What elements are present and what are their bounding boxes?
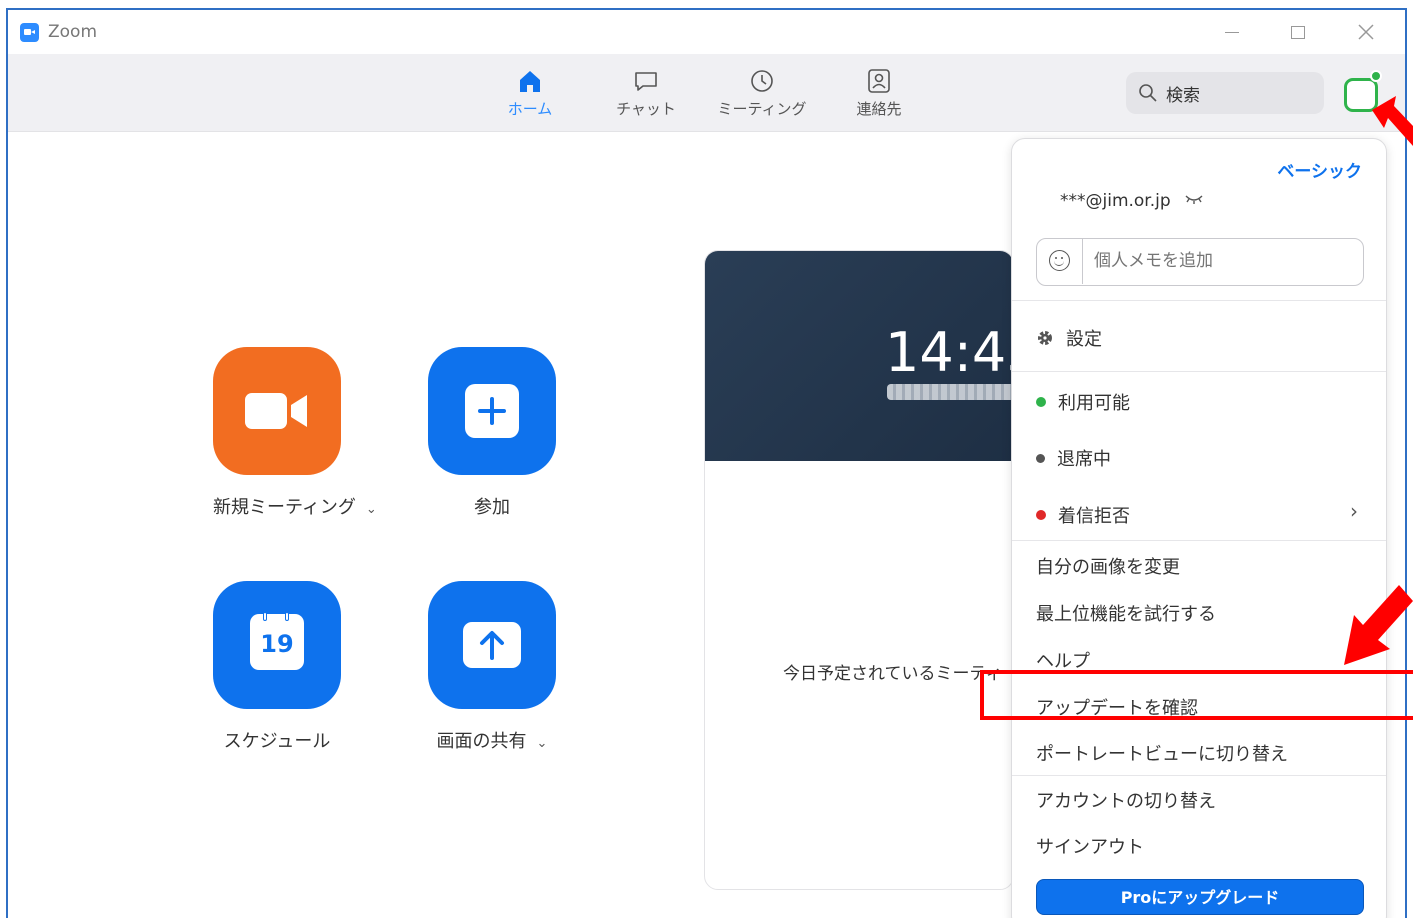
emoji-button[interactable] xyxy=(1037,239,1083,284)
away-status-icon xyxy=(1036,453,1045,463)
red-arrow-icon xyxy=(1344,585,1413,665)
tab-home[interactable]: ホーム xyxy=(485,68,575,119)
divider xyxy=(1012,300,1386,301)
tab-chat-label: チャット xyxy=(616,100,676,118)
personal-note-field[interactable] xyxy=(1036,238,1364,286)
home-icon xyxy=(520,71,540,92)
chevron-down-icon[interactable]: ⌄ xyxy=(366,502,377,517)
share-screen-label: 画面の共有 ⌄ xyxy=(436,731,548,752)
tab-meetings[interactable]: ミーティング xyxy=(717,68,807,119)
maximize-icon xyxy=(1291,26,1305,39)
search-input[interactable]: 検索 xyxy=(1126,72,1324,114)
menu-item-do-not-disturb[interactable]: 着信拒否 xyxy=(1036,502,1130,528)
window-title: Zoom xyxy=(48,22,98,42)
highlight-box-annotation xyxy=(980,670,1413,720)
menu-item-sign-out[interactable]: サインアウト xyxy=(1036,833,1144,859)
share-screen-action[interactable]: 画面の共有 ⌄ xyxy=(428,581,556,753)
menu-item-available[interactable]: 利用可能 xyxy=(1036,389,1130,415)
contacts-icon xyxy=(868,69,890,93)
minimize-icon xyxy=(1225,32,1239,33)
video-camera-icon xyxy=(245,393,307,429)
minimize-button[interactable] xyxy=(1212,18,1252,46)
upcoming-meetings-panel: 14:43 今日予定されているミーティ xyxy=(704,250,1014,890)
chat-icon xyxy=(635,72,657,91)
schedule-action[interactable]: 19 スケジュール xyxy=(213,581,341,753)
tab-home-label: ホーム xyxy=(507,100,553,118)
calendar-day: 19 xyxy=(260,630,294,658)
zoom-logo-icon xyxy=(20,23,39,42)
tab-chat[interactable]: チャット xyxy=(601,68,691,119)
divider xyxy=(1012,775,1386,776)
zoom-window: Zoom ホーム チャット ミーティング 連絡先 検索 新規ミーティング ⌄ 参… xyxy=(6,8,1407,918)
calendar-icon: 19 xyxy=(250,612,304,670)
personal-note-input[interactable] xyxy=(1094,251,1344,271)
share-screen-button[interactable] xyxy=(428,581,556,709)
schedule-button[interactable]: 19 xyxy=(213,581,341,709)
tab-meetings-label: ミーティング xyxy=(717,100,807,118)
smiley-icon xyxy=(1049,250,1070,271)
menu-item-away[interactable]: 退席中 xyxy=(1036,445,1111,471)
tab-contacts[interactable]: 連絡先 xyxy=(834,68,924,119)
menu-item-settings[interactable]: 設定 xyxy=(1036,325,1102,351)
chevron-down-icon[interactable]: ⌄ xyxy=(537,736,548,751)
plus-icon xyxy=(465,384,519,438)
new-meeting-action[interactable]: 新規ミーティング ⌄ xyxy=(213,347,377,519)
available-status-icon xyxy=(1036,397,1046,407)
hide-email-icon[interactable] xyxy=(1184,191,1204,209)
menu-item-change-picture[interactable]: 自分の画像を変更 xyxy=(1036,553,1180,579)
clock-icon xyxy=(751,70,773,92)
clock-time: 14:43 xyxy=(885,321,1013,384)
gear-icon xyxy=(1038,331,1052,345)
divider xyxy=(1012,540,1386,541)
red-arrow-icon xyxy=(1372,96,1413,146)
clock-banner: 14:43 xyxy=(705,251,1013,461)
title-bar: Zoom xyxy=(8,10,1405,54)
menu-item-portrait-view[interactable]: ポートレートビューに切り替え xyxy=(1036,740,1288,766)
upgrade-to-pro-button[interactable]: Proにアップグレード xyxy=(1036,879,1364,915)
chevron-right-icon: › xyxy=(1350,499,1358,523)
maximize-button[interactable] xyxy=(1278,18,1318,46)
divider xyxy=(1012,371,1386,372)
close-icon xyxy=(1358,24,1374,40)
arrow-up-icon xyxy=(463,622,521,668)
join-label: 参加 xyxy=(474,497,510,518)
no-meetings-text: 今日予定されているミーティ xyxy=(783,664,1003,684)
account-email: ***@jim.or.jp xyxy=(1060,191,1171,211)
search-label: 検索 xyxy=(1166,86,1200,106)
main-toolbar: ホーム チャット ミーティング 連絡先 検索 xyxy=(8,54,1405,132)
join-action[interactable]: 参加 xyxy=(428,347,556,519)
join-button[interactable] xyxy=(428,347,556,475)
search-icon xyxy=(1139,84,1157,102)
plan-label: ベーシック xyxy=(1277,162,1362,182)
tab-contacts-label: 連絡先 xyxy=(856,100,902,118)
schedule-label: スケジュール xyxy=(223,731,331,752)
menu-item-try-top-features[interactable]: 最上位機能を試行する xyxy=(1036,600,1216,626)
menu-item-switch-account[interactable]: アカウントの切り替え xyxy=(1036,787,1216,813)
close-button[interactable] xyxy=(1346,18,1386,46)
dnd-status-icon xyxy=(1036,510,1046,520)
new-meeting-label: 新規ミーティング ⌄ xyxy=(213,497,377,518)
status-indicator xyxy=(1370,70,1382,82)
profile-menu: ベーシック ***@jim.or.jp 設定 利用可能 退席中 着信拒否 › 自… xyxy=(1011,138,1387,918)
clock-date-redacted xyxy=(887,384,1013,400)
new-meeting-button[interactable] xyxy=(213,347,341,475)
